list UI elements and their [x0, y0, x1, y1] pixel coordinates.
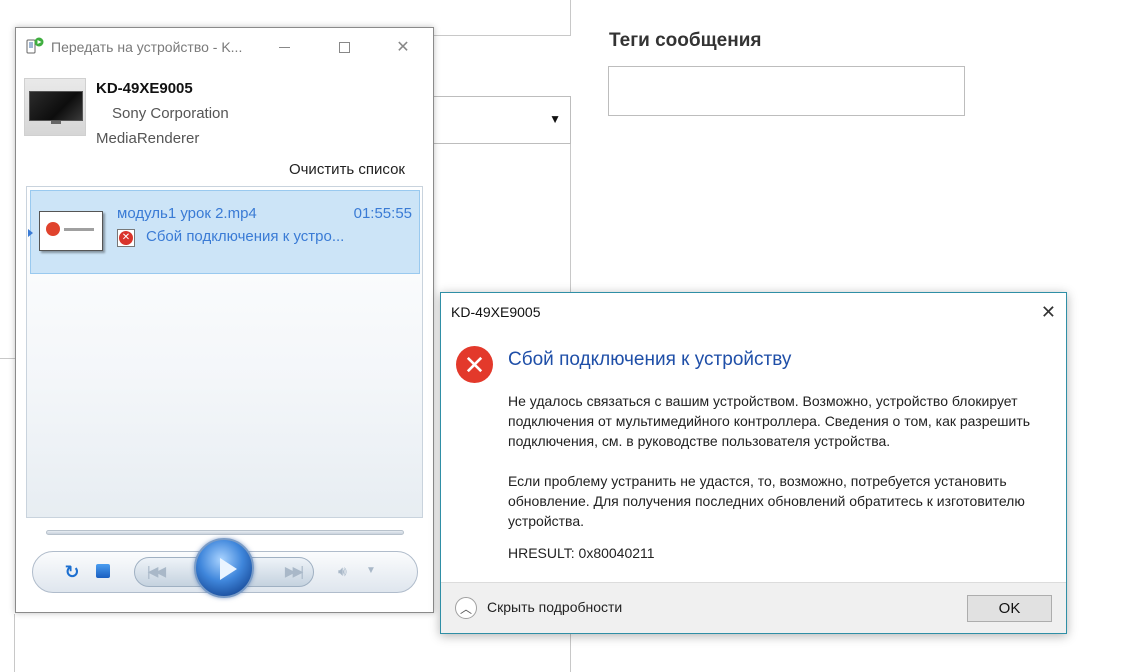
play-to-window: Передать на устройство - K... ✕ KD-49XE9…: [15, 27, 434, 613]
repeat-icon[interactable]: ↻: [61, 561, 83, 583]
clear-list-link[interactable]: Очистить список: [289, 161, 405, 178]
maximize-icon: [338, 41, 350, 53]
bg-divider: [570, 634, 571, 672]
item-duration: 01:55:55: [353, 205, 412, 222]
dialog-heading: Сбой подключения к устройству: [508, 349, 792, 370]
chevron-up-icon[interactable]: ︿: [455, 597, 477, 619]
bg-divider: [420, 35, 571, 36]
minimize-button[interactable]: [264, 34, 304, 60]
playlist: модуль1 урок 2.mp4 01:55:55 ✕ Сбой подкл…: [26, 186, 423, 518]
close-icon: ✕: [1040, 302, 1056, 322]
volume-icon[interactable]: 🔊︎: [338, 563, 347, 580]
stop-icon[interactable]: [96, 564, 110, 578]
dialog-title: KD-49XE9005: [451, 304, 541, 320]
device-manufacturer: Sony Corporation: [112, 105, 229, 122]
device-name: KD-49XE9005: [96, 80, 193, 97]
play-button[interactable]: [194, 538, 254, 598]
thumbnail-logo: [46, 222, 60, 236]
thumbnail-text: [64, 228, 94, 231]
item-status: Сбой подключения к устро...: [146, 228, 345, 245]
list-item[interactable]: модуль1 урок 2.mp4 01:55:55 ✕ Сбой подкл…: [28, 190, 420, 274]
toggle-details-button[interactable]: Скрыть подробности: [487, 599, 622, 615]
tv-stand: [51, 121, 61, 124]
bg-divider: [14, 614, 15, 672]
error-icon: ✕: [456, 346, 493, 383]
item-filename: модуль1 урок 2.mp4: [117, 205, 257, 222]
dialog-paragraph-1: Не удалось связаться с вашим устройством…: [508, 393, 1031, 449]
minimize-icon: [278, 46, 290, 48]
seek-bar[interactable]: [46, 530, 404, 535]
video-thumbnail: [39, 211, 103, 251]
play-to-app-icon: [26, 37, 44, 55]
tags-input[interactable]: [608, 66, 965, 116]
error-icon: ✕: [117, 229, 135, 247]
dialog-body: Не удалось связаться с вашим устройством…: [508, 391, 1053, 551]
bg-dropdown[interactable]: ▼: [420, 96, 571, 144]
device-thumbnail: [24, 78, 86, 136]
play-to-titlebar[interactable]: Передать на устройство - K... ✕: [16, 28, 433, 64]
tags-heading: Теги сообщения: [609, 30, 762, 51]
dialog-close-button[interactable]: ✕: [1041, 302, 1056, 323]
volume-caret-icon[interactable]: ▼: [366, 565, 376, 576]
error-dialog: KD-49XE9005 ✕ ✕ Сбой подключения к устро…: [440, 292, 1067, 634]
dialog-footer: ︿ Скрыть подробности OK: [441, 582, 1066, 633]
device-type: MediaRenderer: [96, 130, 200, 147]
play-icon: [220, 558, 237, 580]
dialog-paragraph-2: Если проблему устранить не удастся, то, …: [508, 473, 1025, 529]
bg-divider: [570, 0, 571, 36]
dropdown-caret-icon: ▼: [549, 112, 561, 126]
current-item-marker-icon: [28, 229, 33, 237]
ok-button[interactable]: OK: [967, 595, 1052, 622]
next-icon[interactable]: ▶▶|: [285, 563, 304, 580]
play-to-title: Передать на устройство - K...: [51, 39, 243, 55]
hresult-code: HRESULT: 0x80040211: [508, 545, 655, 561]
close-button[interactable]: ✕: [383, 34, 423, 60]
playback-controls: ↻ |◀◀ ▶▶| 🔊︎ ▼: [32, 538, 418, 598]
tv-icon: [29, 91, 83, 121]
bg-divider: [0, 358, 15, 359]
bg-divider: [570, 143, 571, 293]
previous-icon[interactable]: |◀◀: [147, 563, 166, 580]
close-icon: ✕: [396, 39, 410, 56]
maximize-button[interactable]: [324, 34, 364, 60]
